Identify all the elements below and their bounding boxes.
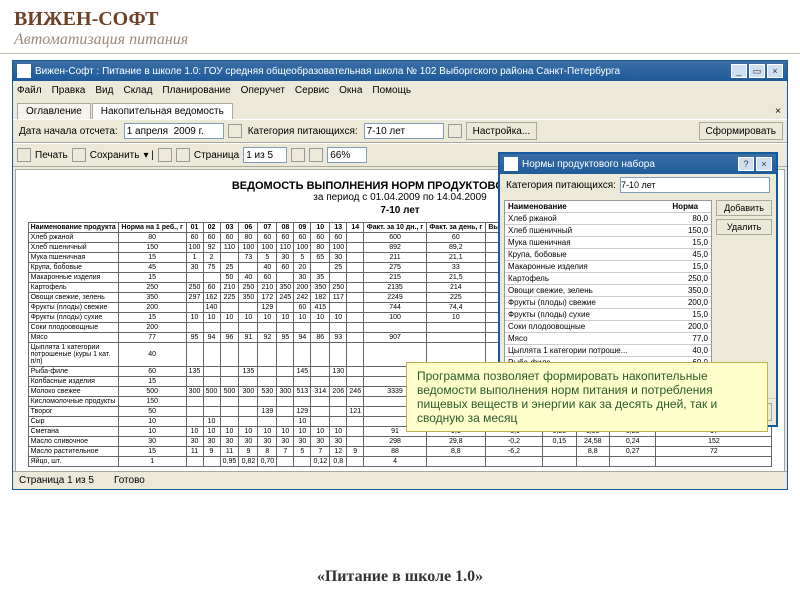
tab-close-icon[interactable]: ×	[769, 104, 787, 119]
norm-row[interactable]: Хлеб ржаной80,0	[505, 213, 711, 225]
dialog-cat-label: Категория питающихся:	[506, 180, 616, 191]
col-header: 07	[258, 223, 277, 233]
norm-col-value: Норма	[669, 201, 711, 213]
dialog-icon	[504, 157, 518, 171]
norm-row[interactable]: Фрукты (плоды) свежие200,0	[505, 297, 711, 309]
status-ready: Готово	[114, 475, 145, 486]
table-row: Масло растительное151191198757129888,8-6…	[28, 447, 772, 457]
table-row: Масло сливочное3030303030303030303029829…	[28, 437, 772, 447]
divider	[0, 53, 800, 54]
print-icon[interactable]	[17, 148, 31, 162]
calendar-icon[interactable]	[228, 124, 242, 138]
page-footer: «Питание в школе 1.0»	[0, 568, 800, 586]
col-header: 10	[311, 223, 330, 233]
dialog-close-icon[interactable]: ×	[756, 157, 772, 171]
delete-button[interactable]: Удалить	[716, 219, 772, 235]
dropdown-icon[interactable]	[448, 124, 462, 138]
print-label[interactable]: Печать	[35, 150, 68, 161]
menu-bar: Файл Правка Вид Склад Планирование Оперучет Се…	[13, 81, 787, 99]
col-header: 02	[203, 223, 220, 233]
menu-Вид[interactable]: Вид	[95, 85, 113, 96]
col-header: Факт. за день, г	[426, 223, 485, 233]
add-button[interactable]: Добавить	[716, 200, 772, 216]
app-icon	[17, 64, 31, 78]
brand-title: ВИЖЕН-СОФТ	[14, 8, 786, 31]
tab-report[interactable]: Накопительная ведомость	[92, 103, 233, 119]
col-header: 08	[277, 223, 294, 233]
status-page: Страница 1 из 5	[19, 475, 94, 486]
info-note: Программа позволяет формировать накопите…	[406, 362, 768, 432]
next-page-icon[interactable]	[291, 148, 305, 162]
dialog-help-icon[interactable]: ?	[738, 157, 754, 171]
window-titlebar: Вижен-Софт : Питание в школе 1.0: ГОУ ср…	[13, 61, 787, 81]
category-label: Категория питающихся:	[248, 126, 358, 137]
menu-Склад[interactable]: Склад	[123, 85, 152, 96]
date-input[interactable]	[124, 123, 224, 139]
col-header: 06	[239, 223, 258, 233]
col-header: Норма на 1 реб., г	[118, 223, 186, 233]
close-icon[interactable]: ×	[767, 64, 783, 78]
first-page-icon[interactable]	[158, 148, 172, 162]
page-label: Страница	[194, 150, 239, 161]
tabs: Оглавление Накопительная ведомость ×	[13, 99, 787, 119]
brand-subtitle: Автоматизация питания	[14, 31, 786, 49]
menu-Оперучет[interactable]: Оперучет	[241, 85, 285, 96]
zoom-input[interactable]	[327, 147, 367, 163]
col-header: Факт. за 10 дн., г	[364, 223, 427, 233]
menu-Окна[interactable]: Окна	[339, 85, 362, 96]
form-button[interactable]: Сформировать	[699, 122, 784, 140]
window-title: Вижен-Софт : Питание в школе 1.0: ГОУ ср…	[35, 66, 620, 77]
col-header: 03	[220, 223, 239, 233]
settings-button[interactable]: Настройка...	[466, 122, 538, 140]
save-icon[interactable]	[72, 148, 86, 162]
norm-row[interactable]: Цыплята 1 категории потроше...40,0	[505, 345, 711, 357]
page-input[interactable]	[243, 147, 287, 163]
norm-row[interactable]: Крупа, бобовые45,0	[505, 249, 711, 261]
norm-row[interactable]: Макаронные изделия15,0	[505, 261, 711, 273]
prev-page-icon[interactable]	[176, 148, 190, 162]
category-select[interactable]	[364, 123, 444, 139]
last-page-icon[interactable]	[309, 148, 323, 162]
col-header: 09	[294, 223, 311, 233]
tab-main[interactable]: Оглавление	[17, 103, 91, 119]
minimize-icon[interactable]: _	[731, 64, 747, 78]
dialog-title: Нормы продуктового набора	[522, 159, 655, 170]
maximize-icon[interactable]: ▭	[749, 64, 765, 78]
norm-row[interactable]: Картофель250,0	[505, 273, 711, 285]
norm-row[interactable]: Мясо77,0	[505, 333, 711, 345]
col-header: Наименование продукта	[28, 223, 118, 233]
save-label[interactable]: Сохранить	[90, 150, 140, 161]
menu-Сервис[interactable]: Сервис	[295, 85, 329, 96]
date-label: Дата начала отсчета:	[19, 126, 118, 137]
col-header: 13	[330, 223, 347, 233]
menu-Файл[interactable]: Файл	[17, 85, 42, 96]
toolbar-filters: Дата начала отсчета: Категория питающихс…	[13, 119, 787, 143]
col-header: 01	[186, 223, 203, 233]
menu-Правка[interactable]: Правка	[52, 85, 86, 96]
norm-row[interactable]: Хлеб пшеничный150,0	[505, 225, 711, 237]
norm-col-name: Наименование	[505, 201, 669, 213]
menu-Помощь[interactable]: Помощь	[372, 85, 411, 96]
norm-row[interactable]: Мука пшеничная15,0	[505, 237, 711, 249]
menu-Планирование[interactable]: Планирование	[162, 85, 230, 96]
status-bar: Страница 1 из 5 Готово	[13, 471, 787, 489]
norm-row[interactable]: Фрукты (плоды) сухие15,0	[505, 309, 711, 321]
dialog-cat-select[interactable]	[620, 177, 770, 193]
table-row: Яйцо, шт.10,950,820,700,120,84	[28, 457, 772, 467]
col-header: 14	[347, 223, 364, 233]
norm-row[interactable]: Соки плодоовощные200,0	[505, 321, 711, 333]
norm-row[interactable]: Овощи свежие, зелень350,0	[505, 285, 711, 297]
